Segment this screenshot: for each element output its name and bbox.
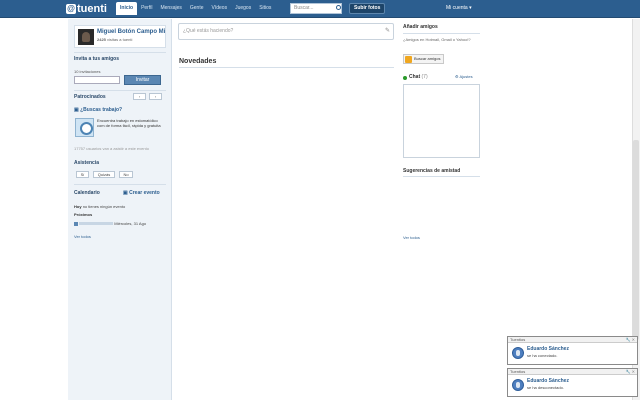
nav-mensajes[interactable]: Mensajes — [156, 2, 185, 15]
nav-juegos[interactable]: Juegos — [231, 2, 255, 15]
find-friends-button[interactable]: Buscar amigos — [403, 54, 445, 64]
nav-videos[interactable]: Vídeos — [208, 2, 232, 15]
main-column — [172, 19, 398, 400]
calendar-next-event[interactable]: Miércoles, 31 Ago — [74, 221, 146, 226]
upload-photos-button[interactable]: Subir fotos — [349, 3, 386, 14]
visits-count: 2425 — [97, 37, 106, 42]
notification-close-icon[interactable]: 🔧 ✕ — [626, 337, 635, 343]
profile-visits: 2425 visitas a tuenti — [97, 37, 132, 43]
find-friends-label: Buscar amigos — [414, 56, 441, 61]
chat-settings-link[interactable]: ⚙ Ajustes — [455, 74, 473, 79]
nav-gente[interactable]: Gente — [186, 2, 208, 15]
notification-user-name[interactable]: Eduardo Sánchez — [527, 346, 569, 352]
visits-label: visitas a tuenti — [107, 37, 133, 42]
chat-online-icon — [403, 76, 407, 80]
divider — [74, 52, 166, 53]
add-friends-text: ¿Amigos en Hotmail, Gmail o Yahoo!? — [403, 37, 471, 42]
notification-header: Tuentios 🔧 ✕ — [508, 369, 637, 375]
invite-title: Invita a tus amigos — [74, 56, 120, 62]
add-friends-title: Añadir amigos — [403, 24, 438, 30]
notification-popup[interactable]: Tuentios 🔧 ✕ Eduardo Sánchez se ha desco… — [507, 368, 638, 397]
status-input[interactable]: ¿Qué estás haciendo? ✎ — [178, 23, 394, 40]
ad-title-text: ¿Buscas trabajo? — [80, 107, 123, 113]
chat-count: (7) — [421, 74, 428, 80]
news-title: Novedades — [179, 58, 217, 65]
job-search-icon[interactable] — [75, 118, 94, 137]
calendar-see-all-link[interactable]: Ver todos — [74, 234, 91, 239]
calendar-next-label: Próximos — [74, 212, 93, 217]
search-icon[interactable] — [336, 5, 341, 10]
create-event-label: Crear evento — [129, 190, 160, 196]
attend-maybe-button[interactable]: Quizás — [93, 171, 115, 178]
sponsored-title: Patrocinados — [74, 94, 106, 100]
user-avatar-icon — [512, 347, 524, 359]
search-input[interactable]: Buscar... — [290, 3, 342, 14]
news-divider — [179, 67, 394, 68]
upload-photos-label: Subir fotos — [354, 5, 381, 11]
ad-title-link[interactable]: ▣ ¿Buscas trabajo? — [74, 107, 122, 113]
magnifier-icon — [405, 55, 412, 63]
today-text: no tienes ningún evento — [82, 204, 126, 209]
profile-name[interactable]: Miguel Botón Campo Mi — [97, 29, 167, 36]
invite-button[interactable]: Invitar — [124, 75, 161, 85]
ad-description: Encuentra trabajo en estomatólico com de… — [97, 118, 161, 128]
notification-popup[interactable]: Tuentios 🔧 ✕ Eduardo Sánchez se ha conec… — [507, 336, 638, 365]
attendance-title: Asistencia — [74, 160, 100, 166]
invite-count: 10 invitaciones — [74, 69, 101, 74]
divider — [403, 176, 480, 177]
account-menu[interactable]: Mi cuenta ▾ — [446, 2, 472, 15]
avatar[interactable] — [78, 29, 94, 45]
event-name-blurred — [79, 222, 114, 226]
notification-message: se ha conectado. — [527, 353, 558, 358]
nav-perfil[interactable]: Perfil — [137, 2, 156, 15]
divider — [403, 33, 480, 34]
ad-attendance-note: 17757 usuarios van a asistir a este even… — [74, 146, 149, 151]
invite-email-input[interactable] — [74, 76, 120, 84]
sponsored-next-button[interactable]: › — [149, 93, 162, 100]
suggestions-title: Sugerencias de amistad — [403, 168, 461, 174]
notification-message: se ha desconectado. — [527, 385, 564, 390]
user-avatar-icon — [512, 379, 524, 391]
nav-sitios[interactable]: Sitios — [255, 2, 275, 15]
profile-card: Miguel Botón Campo Mi 2425 visitas a tue… — [74, 25, 166, 48]
chat-title[interactable]: Chat (7) — [409, 74, 428, 80]
calendar-title: Calendario — [74, 190, 100, 196]
tuenti-logo[interactable]: @ tuenti — [66, 2, 107, 16]
top-navigation-bar: @ tuenti Inicio Perfil Mensajes Gente Ví… — [0, 0, 640, 18]
nav-inicio[interactable]: Inicio — [116, 2, 138, 15]
today-label: Hoy — [74, 204, 82, 209]
next-event-date: Miércoles, 31 Ago — [114, 221, 147, 226]
create-event-link[interactable]: ▣ Crear evento — [123, 190, 160, 196]
chat-list[interactable] — [403, 84, 480, 158]
notification-header: Tuentios 🔧 ✕ — [508, 337, 637, 343]
main-nav: Inicio Perfil Mensajes Gente Vídeos Jueg… — [116, 2, 275, 15]
attend-no-button[interactable]: No — [119, 171, 133, 178]
scrollbar-thumb[interactable] — [633, 140, 639, 340]
divider — [74, 184, 166, 185]
attend-yes-button[interactable]: Sí — [76, 171, 89, 178]
divider — [74, 90, 166, 91]
notification-close-icon[interactable]: 🔧 ✕ — [626, 369, 635, 375]
notification-user-name[interactable]: Eduardo Sánchez — [527, 378, 569, 384]
sponsored-prev-button[interactable]: ‹ — [133, 93, 146, 100]
status-placeholder: ¿Qué estás haciendo? — [183, 28, 234, 34]
logo-mark: @ — [66, 4, 76, 14]
pencil-icon: ✎ — [385, 28, 391, 34]
logo-text: tuenti — [77, 3, 107, 15]
calendar-today: Hoy no tienes ningún evento — [74, 204, 125, 209]
suggestions-see-all-link[interactable]: Ver todos — [403, 235, 420, 240]
